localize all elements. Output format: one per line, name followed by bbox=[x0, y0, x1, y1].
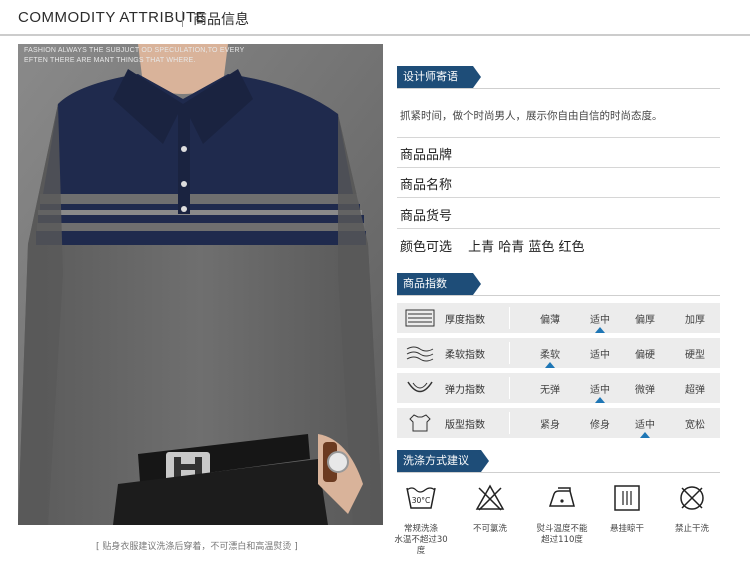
divider bbox=[397, 197, 720, 198]
fashion-line-2: EFTEN THERE ARE MANT THINGS THAT WHERE. bbox=[24, 57, 196, 64]
wash-item-hang-dry: 悬挂晾干 bbox=[597, 482, 657, 535]
index-row-fit: 版型指数 紧身 修身 适中 宽松 bbox=[397, 408, 720, 438]
wash-label-line: 超过110度 bbox=[541, 535, 583, 545]
color-label: 颜色可选 bbox=[400, 240, 453, 255]
index-divider bbox=[509, 412, 510, 434]
no-bleach-icon bbox=[475, 484, 505, 511]
no-dry-clean-icon bbox=[680, 486, 704, 510]
wash-label: 悬挂晾干 bbox=[597, 524, 657, 535]
index-selected-marker bbox=[595, 327, 605, 333]
washing-rule bbox=[397, 472, 720, 473]
header-title: COMMODITY ATTRIBUTE bbox=[18, 9, 207, 26]
index-label: 版型指数 bbox=[445, 420, 485, 431]
wash-label: 禁止干洗 bbox=[662, 524, 722, 535]
index-option: 适中 bbox=[590, 385, 610, 396]
index-option: 硬型 bbox=[685, 350, 705, 361]
wash-item-30c: 30°C 常规洗涤 水温不超过30度 bbox=[391, 482, 451, 557]
designer-tag: 设计师寄语 bbox=[397, 66, 481, 88]
divider bbox=[397, 228, 720, 229]
color-options: 颜色可选 上青 哈青 蓝色 红色 bbox=[400, 236, 585, 255]
product-photo: FASHION ALWAYS THE SUBJUCT OD SPECULATIO… bbox=[18, 44, 383, 525]
header-rule bbox=[0, 34, 750, 36]
wash-label: 常规洗涤 水温不超过30度 bbox=[391, 524, 451, 557]
index-option: 超弹 bbox=[685, 385, 705, 396]
header-divider bbox=[182, 11, 183, 27]
wash-item-no-bleach: 不可氯洗 bbox=[460, 482, 520, 535]
index-selected-marker bbox=[640, 432, 650, 438]
color-values: 上青 哈青 蓝色 红色 bbox=[468, 240, 585, 255]
index-option: 柔软 bbox=[540, 350, 560, 361]
index-option: 加厚 bbox=[685, 315, 705, 326]
iron-icon bbox=[548, 487, 575, 507]
index-tag: 商品指数 bbox=[397, 273, 481, 295]
index-selected-marker bbox=[545, 362, 555, 368]
sweater-illustration bbox=[18, 44, 383, 525]
index-divider bbox=[509, 342, 510, 364]
index-option: 无弹 bbox=[540, 385, 560, 396]
page-header: COMMODITY ATTRIBUTE 商品信息 bbox=[0, 0, 750, 38]
index-row-softness: 柔软指数 柔软 适中 偏硬 硬型 bbox=[397, 338, 720, 368]
wash-30c-icon: 30°C bbox=[406, 487, 436, 509]
brand-label: 商品品牌 bbox=[400, 148, 453, 163]
sku-label: 商品货号 bbox=[400, 209, 453, 224]
index-option: 适中 bbox=[590, 350, 610, 361]
elasticity-icon bbox=[407, 381, 433, 393]
wash-label: 不可氯洗 bbox=[460, 524, 520, 535]
wash-label-line: 水温不超过30度 bbox=[394, 535, 448, 556]
wash-item-no-dry-clean: 禁止干洗 bbox=[662, 482, 722, 535]
wash-label-line: 悬挂晾干 bbox=[609, 524, 644, 534]
index-option: 适中 bbox=[635, 420, 655, 431]
index-row-thickness: 厚度指数 偏薄 适中 偏厚 加厚 bbox=[397, 303, 720, 333]
hang-dry-icon bbox=[614, 485, 640, 511]
divider bbox=[397, 137, 720, 138]
index-option: 修身 bbox=[590, 420, 610, 431]
index-divider bbox=[509, 377, 510, 399]
designer-slogan: 抓紧时间，做个时尚男人，展示你自由自信的时尚态度。 bbox=[400, 110, 663, 122]
wash-label: 熨斗温度不能 超过110度 bbox=[532, 524, 592, 546]
index-divider bbox=[509, 307, 510, 329]
designer-rule bbox=[397, 88, 720, 89]
index-option: 偏厚 bbox=[635, 315, 655, 326]
wash-label-line: 常规洗涤 bbox=[403, 524, 438, 534]
header-title-cn: 商品信息 bbox=[193, 12, 249, 28]
fashion-line-1: FASHION ALWAYS THE SUBJUCT OD SPECULATIO… bbox=[24, 47, 245, 54]
wash-temp-text: 30°C bbox=[412, 496, 431, 505]
index-selected-marker bbox=[595, 397, 605, 403]
divider bbox=[397, 167, 720, 168]
index-option: 偏薄 bbox=[540, 315, 560, 326]
index-option: 宽松 bbox=[685, 420, 705, 431]
wash-label-line: 禁止干洗 bbox=[674, 524, 709, 534]
wash-item-iron: 熨斗温度不能 超过110度 bbox=[532, 482, 592, 546]
index-label: 柔软指数 bbox=[445, 350, 485, 361]
washing-tag: 洗涤方式建议 bbox=[397, 450, 489, 472]
care-caption: [ 贴身衣服建议洗涤后穿着，不可漂白和高温熨烫 ] bbox=[96, 542, 298, 552]
name-label: 商品名称 bbox=[400, 178, 453, 193]
index-option: 微弹 bbox=[635, 385, 655, 396]
index-option: 适中 bbox=[590, 315, 610, 326]
index-option: 紧身 bbox=[540, 420, 560, 431]
wash-label-line: 不可氯洗 bbox=[472, 524, 507, 534]
wash-label-line: 熨斗温度不能 bbox=[536, 524, 588, 534]
fit-icon bbox=[409, 414, 431, 432]
thickness-icon bbox=[405, 309, 435, 327]
index-rule bbox=[397, 295, 720, 296]
fashion-text: FASHION ALWAYS THE SUBJUCT OD SPECULATIO… bbox=[24, 46, 244, 66]
index-row-elasticity: 弹力指数 无弹 适中 微弹 超弹 bbox=[397, 373, 720, 403]
index-label: 厚度指数 bbox=[445, 315, 485, 326]
index-option: 偏硬 bbox=[635, 350, 655, 361]
softness-icon bbox=[406, 346, 434, 362]
index-label: 弹力指数 bbox=[445, 385, 485, 396]
